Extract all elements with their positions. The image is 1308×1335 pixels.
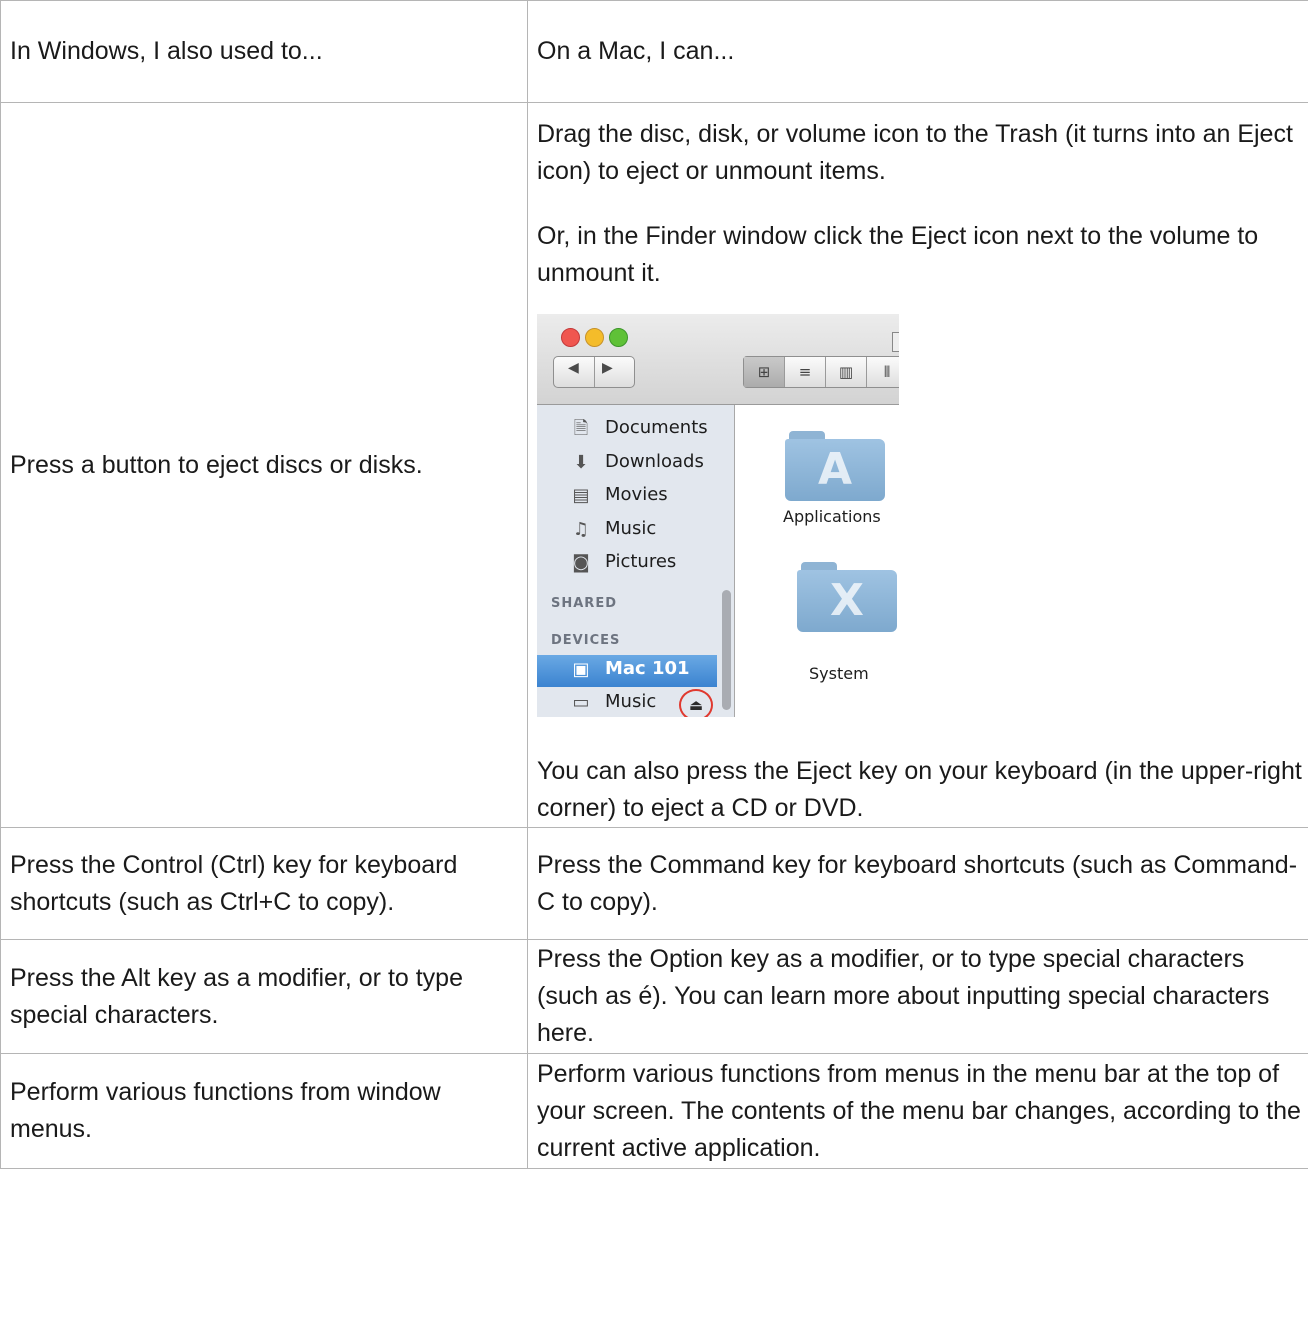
menus-row: Perform various functions from window me… <box>0 1053 1308 1169</box>
forward-arrow-icon: ▶ <box>602 360 613 376</box>
sidebar-heading-devices: DEVICES <box>551 633 621 648</box>
ctrl-row: Press the Control (Ctrl) key for keyboar… <box>0 827 1308 940</box>
eject-icon: ⏏ <box>679 689 713 717</box>
system-folder-icon: X <box>797 562 897 632</box>
close-window-icon <box>561 328 580 347</box>
eject-row: Press a button to eject discs or disks. … <box>0 102 1308 828</box>
download-icon: ⬇ <box>573 452 589 473</box>
sidebar-item-pictures: ◙ Pictures <box>537 548 717 580</box>
finder-sidebar: 🗎 Documents ⬇ Downloads ▤ Movies ♫ Music <box>537 405 735 717</box>
sidebar-item-label: Music <box>605 691 657 712</box>
eject-mac-cell: Drag the disc, disk, or volume icon to t… <box>527 102 1308 828</box>
ctrl-mac-cell: Press the Command key for keyboard short… <box>527 827 1308 940</box>
header-windows: In Windows, I also used to... <box>0 0 528 103</box>
finder-toolbar: ◀ ▶ ⊞ ≡ ▥ ⦀ <box>537 314 899 405</box>
sidebar-item-label: Movies <box>605 484 668 505</box>
music-note-icon: ♫ <box>572 519 590 540</box>
comparison-table: In Windows, I also used to... On a Mac, … <box>0 0 1308 1169</box>
sidebar-item-label: Pictures <box>605 551 677 572</box>
sidebar-item-music-volume: ▭ Music ⏏ <box>537 688 717 717</box>
sidebar-item-label: Music <box>605 518 657 539</box>
zoom-window-icon <box>609 328 628 347</box>
back-forward-buttons: ◀ ▶ <box>553 356 635 388</box>
sidebar-heading-shared: SHARED <box>551 596 617 611</box>
column-view-icon: ▥ <box>826 357 867 387</box>
drive-icon: ▭ <box>572 692 590 713</box>
coverflow-view-icon: ⦀ <box>867 357 899 387</box>
sidebar-item-label: Documents <box>605 417 708 438</box>
alt-windows-cell: Press the Alt key as a modifier, or to t… <box>0 939 528 1054</box>
camera-icon: ◙ <box>572 552 590 573</box>
minimize-window-icon <box>585 328 604 347</box>
icon-view-icon: ⊞ <box>744 357 785 387</box>
sidebar-item-documents: 🗎 Documents <box>537 414 717 446</box>
folder-label: System <box>809 664 869 683</box>
sidebar-item-downloads: ⬇ Downloads <box>537 448 717 480</box>
ctrl-windows-cell: Press the Control (Ctrl) key for keyboar… <box>0 827 528 940</box>
finder-window-screenshot: ◀ ▶ ⊞ ≡ ▥ ⦀ 🗎 Documents ⬇ Downloads ▤ Mo… <box>537 314 899 717</box>
eject-mac-paragraph-3: You can also press the Eject key on your… <box>537 757 1302 822</box>
sidebar-item-music: ♫ Music <box>537 515 717 547</box>
header-row: In Windows, I also used to... On a Mac, … <box>0 0 1308 103</box>
document-icon: 🗎 <box>573 418 589 439</box>
sidebar-item-label: Downloads <box>605 451 704 472</box>
sidebar-item-label: Mac 101 <box>605 658 690 679</box>
list-view-icon: ≡ <box>785 357 826 387</box>
sidebar-item-mac-101: ▣ Mac 101 <box>537 655 717 687</box>
applications-folder-icon: A <box>785 431 885 501</box>
header-mac: On a Mac, I can... <box>527 0 1308 103</box>
sidebar-item-movies: ▤ Movies <box>537 481 717 513</box>
hard-drive-icon: ▣ <box>572 659 590 680</box>
sidebar-scrollbar <box>722 590 731 710</box>
eject-mac-paragraph-1: Drag the disc, disk, or volume icon to t… <box>537 120 1293 185</box>
eject-mac-paragraph-2: Or, in the Finder window click the Eject… <box>537 222 1259 287</box>
menus-mac-cell: Perform various functions from menus in … <box>527 1053 1308 1169</box>
toolbar-toggle-icon <box>892 332 899 352</box>
alt-mac-cell: Press the Option key as a modifier, or t… <box>527 939 1308 1054</box>
film-icon: ▤ <box>572 485 590 506</box>
eject-windows-cell: Press a button to eject discs or disks. <box>0 102 528 828</box>
menus-windows-cell: Perform various functions from window me… <box>0 1053 528 1169</box>
view-buttons: ⊞ ≡ ▥ ⦀ <box>743 356 899 388</box>
alt-row: Press the Alt key as a modifier, or to t… <box>0 939 1308 1054</box>
folder-label: Applications <box>783 507 881 526</box>
back-arrow-icon: ◀ <box>568 360 579 376</box>
